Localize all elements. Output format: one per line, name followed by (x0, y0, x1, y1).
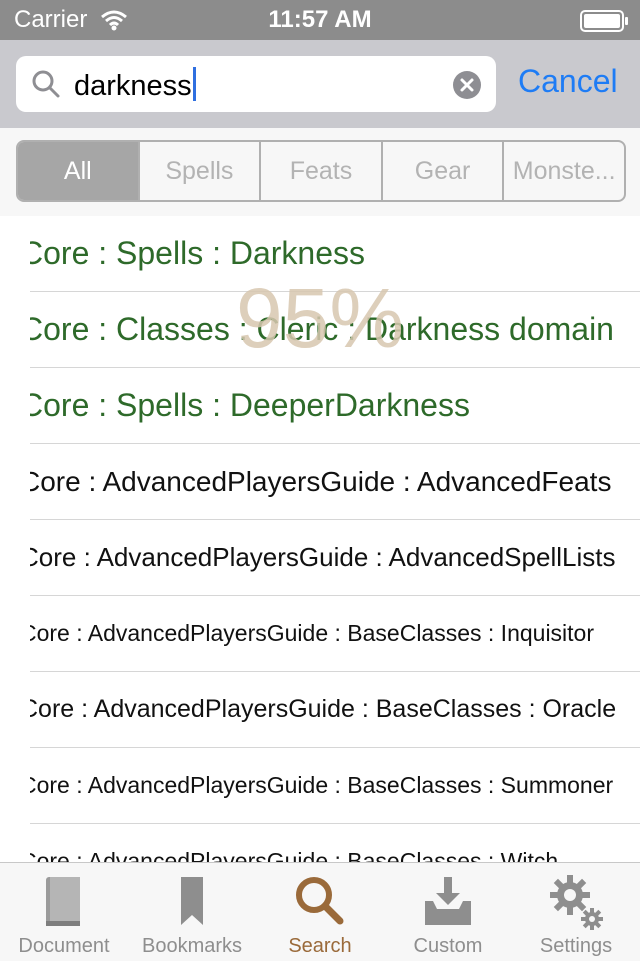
tab-label: Search (288, 935, 352, 957)
list-item[interactable]: Core : Spells : Darkness (30, 216, 640, 292)
search-input-value: darkness (74, 67, 196, 103)
segment-monsters[interactable]: Monste... (502, 142, 624, 200)
tab-settings[interactable]: Settings (512, 863, 640, 961)
search-bar: darkness Cancel (0, 40, 640, 128)
list-item-label: Core : AdvancedPlayersGuide : BaseClasse… (30, 695, 617, 723)
list-item[interactable]: Core : Classes : Cleric : Darkness domai… (30, 292, 640, 368)
list-item[interactable]: Core : AdvancedPlayersGuide : AdvancedFe… (30, 444, 640, 520)
tab-search[interactable]: Search (256, 863, 384, 961)
filter-bar: All Spells Feats Gear Monste... (0, 128, 640, 216)
segment-all[interactable]: All (18, 142, 138, 200)
status-bar: Carrier 11:57 AM (0, 0, 640, 40)
list-item[interactable]: Core : AdvancedPlayersGuide : BaseClasse… (30, 748, 640, 824)
list-item[interactable]: Core : Spells : DeeperDarkness (30, 368, 640, 444)
list-item-label: Core : Spells : DeeperDarkness (30, 387, 470, 423)
status-time: 11:57 AM (268, 6, 372, 33)
bookmark-icon (128, 873, 256, 933)
tab-label: Settings (539, 935, 613, 957)
cancel-button[interactable]: Cancel (518, 61, 618, 101)
inbox-download-icon (384, 873, 512, 933)
clear-icon[interactable] (452, 70, 482, 105)
results-list: Core : Spells : Darkness Core : Classes … (0, 216, 640, 862)
segment-gear[interactable]: Gear (380, 142, 503, 200)
tab-bookmarks[interactable]: Bookmarks (128, 863, 256, 961)
segment-spells[interactable]: Spells (137, 142, 260, 200)
tab-label: Bookmarks (141, 935, 243, 957)
tab-custom[interactable]: Custom (384, 863, 512, 961)
list-item-label: Core : Classes : Cleric : Darkness domai… (30, 311, 614, 347)
tab-bar: Document Bookmarks Search Custom Setting… (0, 862, 640, 961)
search-input[interactable]: darkness (16, 56, 496, 112)
list-item-label: Core : AdvancedPlayersGuide : AdvancedFe… (30, 466, 612, 497)
tab-label: Document (18, 935, 110, 957)
list-item[interactable]: Core : AdvancedPlayersGuide : BaseClasse… (30, 824, 640, 862)
segment-feats[interactable]: Feats (259, 142, 381, 200)
list-item-label: Core : AdvancedPlayersGuide : BaseClasse… (30, 848, 559, 862)
book-icon (0, 873, 128, 933)
search-icon (256, 873, 384, 933)
battery-icon (580, 10, 630, 37)
tab-document[interactable]: Document (0, 863, 128, 961)
category-filter: All Spells Feats Gear Monste... (16, 140, 626, 202)
list-item-label: Core : Spells : Darkness (30, 235, 366, 271)
list-item[interactable]: Core : AdvancedPlayersGuide : BaseClasse… (30, 596, 640, 672)
list-item[interactable]: Core : AdvancedPlayersGuide : BaseClasse… (30, 672, 640, 748)
gear-icon (512, 873, 640, 933)
list-item-label: Core : AdvancedPlayersGuide : AdvancedSp… (30, 542, 616, 572)
list-item[interactable]: Core : AdvancedPlayersGuide : AdvancedSp… (30, 520, 640, 596)
search-icon (30, 68, 62, 105)
list-item-label: Core : AdvancedPlayersGuide : BaseClasse… (30, 620, 595, 646)
list-item-label: Core : AdvancedPlayersGuide : BaseClasse… (30, 772, 614, 798)
tab-label: Custom (413, 935, 483, 957)
text-caret (192, 67, 196, 101)
